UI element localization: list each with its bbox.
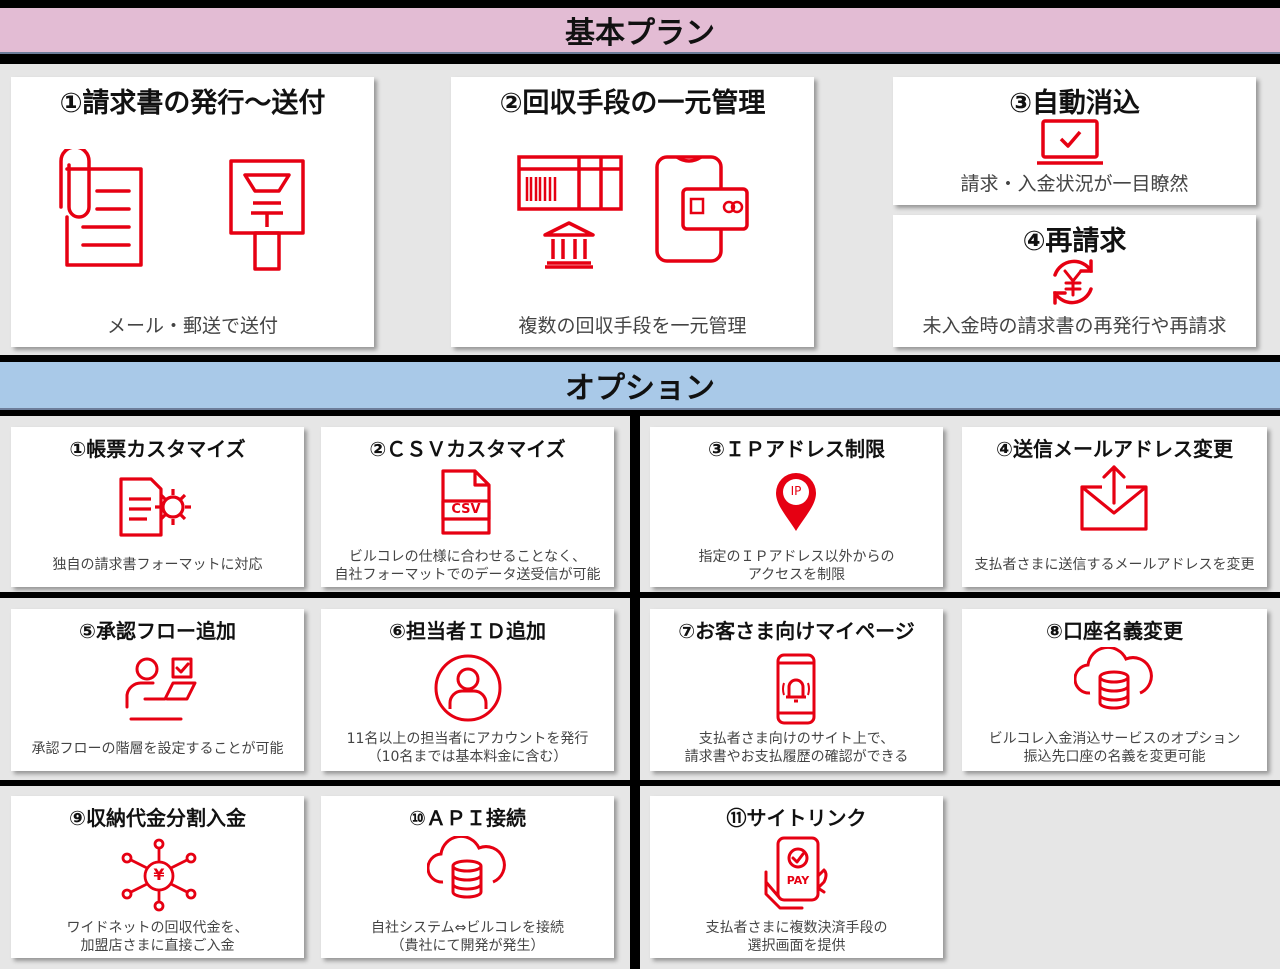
postbox-icon [227,157,307,273]
card-title: ⑪サイトリンク [726,806,867,830]
card-title: ③ＩＰアドレス制限 [708,437,885,461]
card-description: ビルコレの仕様に合わせることなく、 自社フォーマットでのデータ送受信が可能 [334,549,601,583]
card-title: ⑧口座名義変更 [1046,619,1183,643]
option-card-csv-customize: ②ＣＳＶカスタマイズ CSV ビルコレの仕様に合わせることなく、 自社フォーマッ… [321,427,614,587]
user-approval-icon [121,655,199,725]
user-circle-icon [433,653,503,723]
card-description: ワイドネットの回収代金を、 加盟店さまに直接ご入金 [66,920,249,954]
card-description: 11名以上の担当者にアカウントを発行 （10名までは基本料金に含む） [346,731,589,765]
yen-cycle-icon [1047,257,1099,307]
yen-network-icon: ¥ [119,838,199,912]
card-description: 承認フローの階層を設定することが可能 [31,741,284,757]
card-description: メール・郵送で送付 [106,315,278,337]
document-gear-icon [117,475,199,539]
option-card-approval-flow: ⑤承認フロー追加 承認フローの階層を設定することが可能 [11,609,304,771]
card-title: ⑨収納代金分割入金 [69,806,246,830]
bank-icon [543,221,595,269]
basic-card-rebilling: ④再請求 未入金時の請求書の再発行や再請求 [893,215,1256,347]
option-card-ip-restriction: ③ＩＰアドレス制限 IP 指定のＩＰアドレス以外からの アクセスを制限 [650,427,943,587]
card-description: 独自の請求書フォーマットに対応 [52,557,263,573]
card-description: 複数の回収手段を一元管理 [518,315,747,337]
option-card-site-link: ⑪サイトリンク PAY 支払者さまに複数決済手段の 選択画面を提供 [650,796,943,958]
card-description: 請求・入金状況が一目瞭然 [960,173,1189,195]
option-card-account-name: ⑧口座名義変更 ビルコレ入金消込サービスのオプション 振込先口座の名義を変更可能 [962,609,1267,771]
card-title: ④再請求 [1022,226,1127,257]
option-card-staff-id: ⑥担当者ＩＤ追加 11名以上の担当者にアカウントを発行 （10名までは基本料金に… [321,609,614,771]
card-description: 支払者さま向けのサイト上で、 請求書やお支払履歴の確認ができる [684,731,909,765]
ip-icon-label: IP [790,484,802,498]
card-title: ⑦お客さま向けマイページ [678,619,915,643]
card-title: ①請求書の発行～送付 [59,88,326,119]
mail-send-icon [1078,463,1150,533]
option-card-split-payment: ⑨収納代金分割入金 ¥ ワイドネットの回収代金を、 加盟店さまに直接ご入金 [11,796,304,958]
phone-bell-icon [776,653,816,725]
smartphone-card-icon [655,155,751,263]
basic-card-auto-reconcile: ③自動消込 請求・入金状況が一目瞭然 [893,77,1256,205]
card-description: 自社システム⇔ビルコレを接続 （貴社にて開発が発生） [370,920,565,954]
card-title: ③自動消込 [1009,88,1140,119]
option-card-my-page: ⑦お客さま向けマイページ 支払者さま向けのサイト上で、 請求書やお支払履歴の確認… [650,609,943,771]
pay-icon-label: PAY [786,874,810,887]
card-title: ⑤承認フロー追加 [79,619,236,643]
card-title: ①帳票カスタマイズ [69,437,246,461]
option-card-form-customize: ①帳票カスタマイズ 独自の請求書フォーマットに対応 [11,427,304,587]
hand-phone-pay-icon: PAY [762,836,830,910]
card-description: 未入金時の請求書の再発行や再請求 [922,315,1227,337]
options-header: オプション [0,362,1280,410]
card-description: 指定のＩＰアドレス以外からの アクセスを制限 [698,549,895,583]
ip-pin-icon: IP [774,471,818,533]
cloud-database-icon [1074,647,1154,711]
csv-file-icon: CSV [439,467,493,537]
payment-slip-icon [517,155,623,211]
basic-card-invoice: ①請求書の発行～送付 メール・郵送で送付 [11,77,374,347]
card-description: 支払者さまに複数決済手段の 選択画面を提供 [705,920,888,954]
card-title: ⑥担当者ＩＤ追加 [389,619,546,643]
basic-plan-header: 基本プラン [0,8,1280,54]
card-title: ④送信メールアドレス変更 [996,437,1233,461]
yen-icon-label: ¥ [153,865,165,884]
paperclip-document-icon [49,149,153,269]
csv-icon-label: CSV [451,502,481,517]
card-title: ⑩ＡＰＩ接続 [409,806,526,830]
cloud-database-icon [427,836,507,900]
card-description: 支払者さまに送信するメールアドレスを変更 [974,557,1255,573]
card-title: ②回収手段の一元管理 [499,88,766,119]
option-card-sender-email: ④送信メールアドレス変更 支払者さまに送信するメールアドレスを変更 [962,427,1267,587]
card-title: ②ＣＳＶカスタマイズ [369,437,566,461]
card-description: ビルコレ入金消込サービスのオプション 振込先口座の名義を変更可能 [988,731,1241,765]
basic-card-collection: ②回収手段の一元管理 複数の回収手段を一元管理 [451,77,814,347]
option-card-api: ⑩ＡＰＩ接続 自社システム⇔ビルコレを接続 （貴社にて開発が発生） [321,796,614,958]
laptop-check-icon [1035,119,1105,167]
